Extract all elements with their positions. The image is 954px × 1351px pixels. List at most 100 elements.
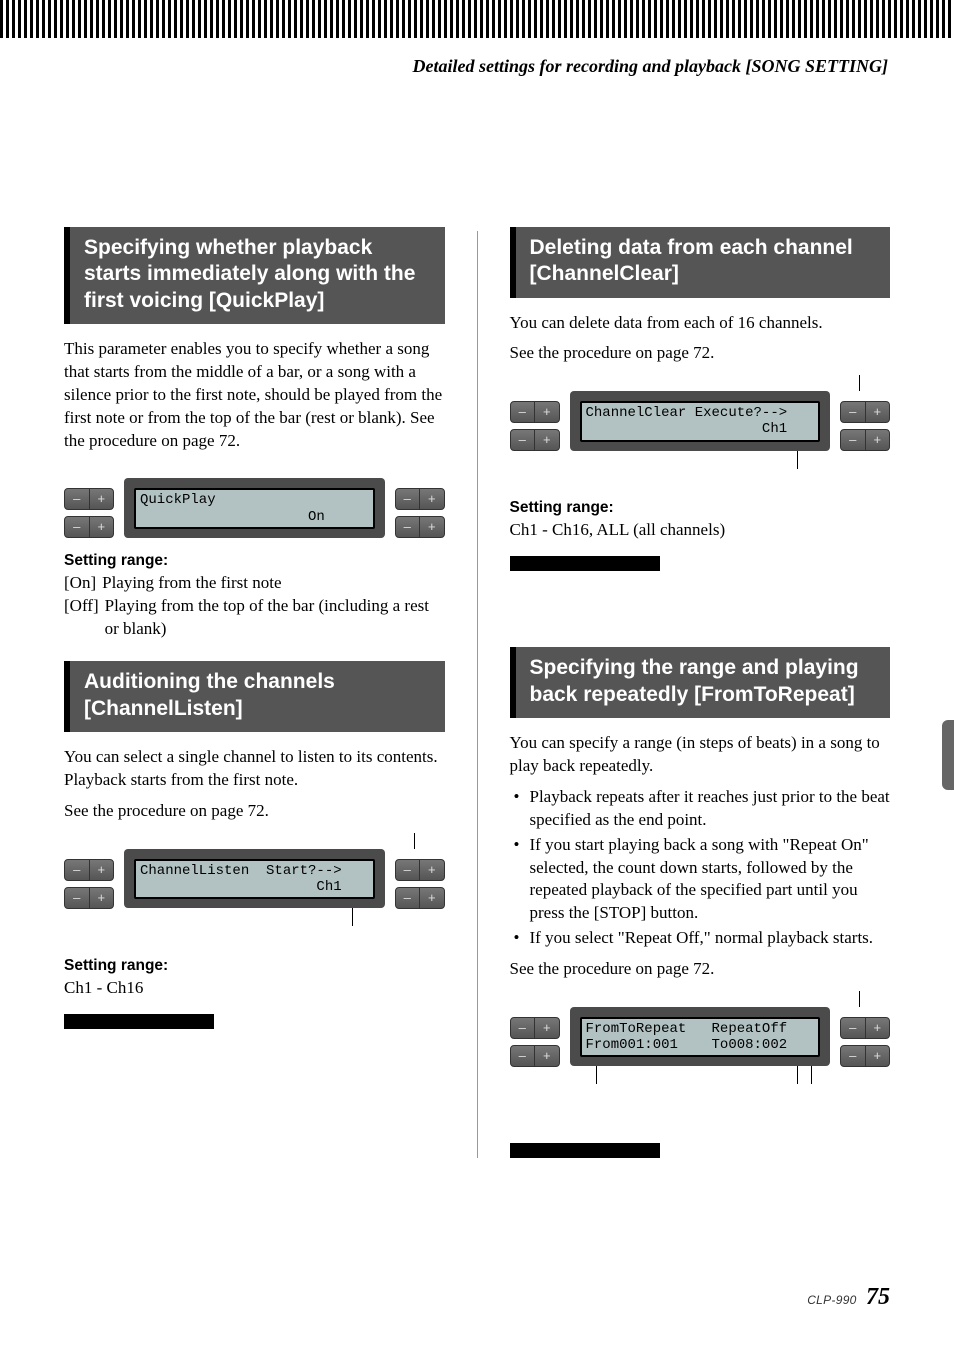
option-off-tag: [Off]	[64, 595, 105, 641]
fromtorepeat-p2: See the procedure on page 72.	[510, 958, 891, 981]
channellisten-p1: You can select a single channel to liste…	[64, 746, 445, 792]
minus-icon: –	[396, 860, 421, 880]
redaction-bar	[510, 1143, 660, 1158]
lcd-line2: On	[140, 509, 325, 525]
plus-icon: +	[420, 489, 444, 509]
lcd-panel: ChannelListen Start?--> Ch1	[124, 849, 385, 908]
plus-icon: +	[90, 860, 114, 880]
left-button-group-b: –+ –+	[64, 849, 114, 909]
right-button-group-c: –+ –+	[840, 391, 890, 451]
lcd-line2: Ch1	[140, 879, 342, 895]
minus-plus-button[interactable]: –+	[64, 887, 114, 909]
minus-plus-button[interactable]: –+	[395, 887, 445, 909]
quickplay-device: –+ –+ QuickPlay On –+ –+	[64, 478, 445, 538]
channellisten-range-value: Ch1 - Ch16	[64, 977, 445, 1000]
channelclear-p1: You can delete data from each of 16 chan…	[510, 312, 891, 335]
top-barcode-decoration	[0, 0, 954, 38]
minus-plus-button[interactable]: –+	[510, 1017, 560, 1039]
minus-plus-button[interactable]: –+	[395, 488, 445, 510]
section-quickplay-title: Specifying whether playback starts immed…	[64, 227, 445, 324]
minus-plus-button[interactable]: –+	[395, 859, 445, 881]
section-fromtorepeat-title: Specifying the range and playing back re…	[510, 647, 891, 718]
lcd-screen: ChannelClear Execute?--> Ch1	[580, 401, 821, 441]
lcd-screen: ChannelListen Start?--> Ch1	[134, 859, 375, 899]
quickplay-desc: This parameter enables you to specify wh…	[64, 338, 445, 453]
minus-icon: –	[65, 860, 90, 880]
minus-plus-button[interactable]: –+	[840, 429, 890, 451]
lcd-screen: FromToRepeat RepeatOff From001:001 To008…	[580, 1017, 821, 1057]
callout-line-icon	[352, 908, 353, 926]
lcd-panel: FromToRepeat RepeatOff From001:001 To008…	[570, 1007, 831, 1066]
callout-tick-icon	[414, 833, 415, 849]
minus-icon: –	[511, 1046, 536, 1066]
minus-icon: –	[396, 888, 421, 908]
channellisten-range-label: Setting range:	[64, 957, 445, 975]
plus-icon: +	[535, 402, 559, 422]
callout-line-icon	[797, 1066, 798, 1084]
minus-plus-button[interactable]: –+	[64, 859, 114, 881]
option-on-tag: [On]	[64, 572, 102, 595]
channelclear-range-value: Ch1 - Ch16, ALL (all channels)	[510, 519, 891, 542]
quickplay-range-label: Setting range:	[64, 552, 445, 570]
plus-icon: +	[90, 888, 114, 908]
left-button-group-c: –+ –+	[510, 391, 560, 451]
plus-icon: +	[90, 489, 114, 509]
callout-line-icon	[797, 451, 798, 469]
minus-icon: –	[511, 402, 536, 422]
lcd-line2: Ch1	[586, 421, 788, 437]
minus-plus-button[interactable]: –+	[510, 429, 560, 451]
right-button-group-b: –+ –+	[395, 849, 445, 909]
channellisten-p2: See the procedure on page 72.	[64, 800, 445, 823]
plus-icon: +	[420, 888, 444, 908]
minus-plus-button[interactable]: –+	[840, 1045, 890, 1067]
minus-plus-button[interactable]: –+	[840, 401, 890, 423]
lcd-panel: QuickPlay On	[124, 478, 385, 537]
callout-tick-icon	[859, 991, 860, 1007]
minus-icon: –	[396, 517, 421, 537]
minus-plus-button[interactable]: –+	[840, 1017, 890, 1039]
plus-icon: +	[866, 402, 890, 422]
lcd-line1: FromToRepeat RepeatOff	[586, 1021, 788, 1037]
page-section-tab	[942, 720, 954, 790]
right-column: Deleting data from each channel [Channel…	[510, 227, 891, 1158]
minus-plus-button[interactable]: –+	[510, 1045, 560, 1067]
footer-page-number: 75	[866, 1284, 890, 1310]
fromtorepeat-bullets: Playback repeats after it reaches just p…	[510, 786, 891, 951]
right-button-group-a: –+ –+	[395, 478, 445, 538]
minus-icon: –	[841, 430, 866, 450]
quickplay-option-on: [On]Playing from the first note	[64, 572, 445, 595]
minus-icon: –	[65, 888, 90, 908]
breadcrumb: Detailed settings for recording and play…	[0, 38, 954, 77]
plus-icon: +	[420, 860, 444, 880]
fromtorepeat-p1: You can specify a range (in steps of bea…	[510, 732, 891, 778]
minus-plus-button[interactable]: –+	[510, 401, 560, 423]
lcd-line1: ChannelListen Start?-->	[140, 863, 342, 879]
minus-icon: –	[511, 430, 536, 450]
footer-model: CLP-990	[807, 1293, 856, 1307]
plus-icon: +	[535, 430, 559, 450]
minus-icon: –	[841, 1046, 866, 1066]
left-button-group-a: –+ –+	[64, 478, 114, 538]
fromtorepeat-b1: Playback repeats after it reaches just p…	[510, 786, 891, 832]
redaction-bar	[64, 1014, 214, 1029]
minus-icon: –	[841, 1018, 866, 1038]
column-divider	[477, 231, 478, 1158]
channelclear-range-label: Setting range:	[510, 499, 891, 517]
plus-icon: +	[420, 517, 444, 537]
fromtorepeat-device: –+ –+ FromToRepeat RepeatOff From001:001…	[510, 1007, 891, 1067]
fromtorepeat-b3: If you select "Repeat Off," normal playb…	[510, 927, 891, 950]
callout-tick-icon	[859, 375, 860, 391]
minus-plus-button[interactable]: –+	[64, 488, 114, 510]
minus-plus-button[interactable]: –+	[395, 516, 445, 538]
minus-plus-button[interactable]: –+	[64, 516, 114, 538]
left-column: Specifying whether playback starts immed…	[64, 227, 445, 1158]
right-button-group-d: –+ –+	[840, 1007, 890, 1067]
lcd-line1: QuickPlay	[140, 492, 216, 508]
page-footer: CLP-990 75	[807, 1284, 890, 1311]
plus-icon: +	[866, 430, 890, 450]
lcd-line1: ChannelClear Execute?-->	[586, 405, 788, 421]
plus-icon: +	[866, 1046, 890, 1066]
plus-icon: +	[535, 1046, 559, 1066]
minus-icon: –	[511, 1018, 536, 1038]
left-button-group-d: –+ –+	[510, 1007, 560, 1067]
